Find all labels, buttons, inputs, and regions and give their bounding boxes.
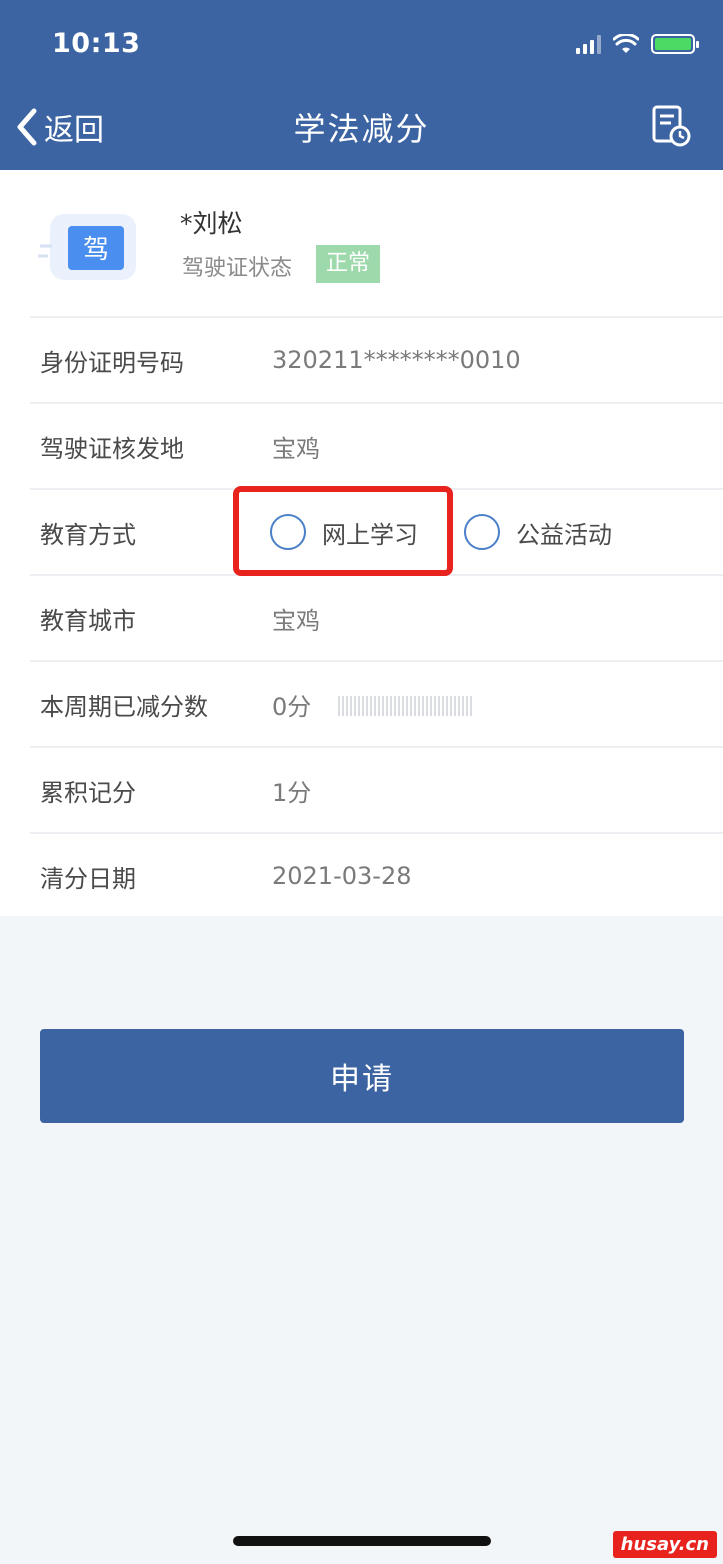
deducted-progress-bar <box>338 696 476 716</box>
education-method-label: 教育方式 <box>40 520 136 549</box>
row-id-number: 身份证明号码 320211********0010 <box>30 316 723 402</box>
highlight-box <box>233 486 453 576</box>
info-rows: 身份证明号码 320211********0010 驾驶证核发地 宝鸡 教育方式… <box>30 316 723 918</box>
radio-public-welfare[interactable]: 公益活动 <box>464 514 612 550</box>
user-name: *刘松 <box>180 209 243 238</box>
status-icons <box>576 32 699 56</box>
driver-license-icon: 驾 <box>38 214 136 280</box>
home-indicator <box>233 1536 491 1546</box>
page-title: 学法减分 <box>293 110 430 148</box>
wifi-icon <box>613 34 639 53</box>
profile-section: 驾 *刘松 驾驶证状态 正常 <box>0 170 723 316</box>
apply-button[interactable]: 申请 <box>40 1029 684 1123</box>
clear-date-value: 2021-03-28 <box>272 862 412 890</box>
issue-place-value: 宝鸡 <box>272 434 320 463</box>
issue-place-label: 驾驶证核发地 <box>40 434 184 463</box>
radio-public-welfare-label: 公益活动 <box>516 520 612 549</box>
document-clock-icon[interactable] <box>649 104 693 148</box>
accumulated-points-value: 1分 <box>272 778 312 807</box>
status-time: 10:13 <box>52 28 141 59</box>
row-accumulated-points: 累积记分 1分 <box>30 746 723 832</box>
license-status-label: 驾驶证状态 <box>182 256 293 281</box>
id-number-value: 320211********0010 <box>272 346 521 374</box>
accumulated-points-label: 累积记分 <box>40 778 136 807</box>
app-header: 10:13 返回 学法减分 <box>0 0 723 170</box>
education-city-value: 宝鸡 <box>272 606 320 635</box>
deducted-points-value: 0分 <box>272 692 312 721</box>
id-number-label: 身份证明号码 <box>40 348 184 377</box>
signal-icon <box>576 34 601 54</box>
battery-icon <box>651 34 699 54</box>
svg-text:驾: 驾 <box>83 235 109 265</box>
watermark: husay.cn <box>612 1531 717 1558</box>
row-deducted-points: 本周期已减分数 0分 <box>30 660 723 746</box>
row-issue-place: 驾驶证核发地 宝鸡 <box>30 402 723 488</box>
clear-date-label: 清分日期 <box>40 864 136 893</box>
radio-circle-icon <box>464 514 500 550</box>
education-city-label: 教育城市 <box>40 606 136 635</box>
license-status-badge: 正常 <box>316 245 381 283</box>
deducted-points-label: 本周期已减分数 <box>40 692 208 721</box>
row-education-city: 教育城市 宝鸡 <box>30 574 723 660</box>
row-clear-date: 清分日期 2021-03-28 <box>30 832 723 918</box>
